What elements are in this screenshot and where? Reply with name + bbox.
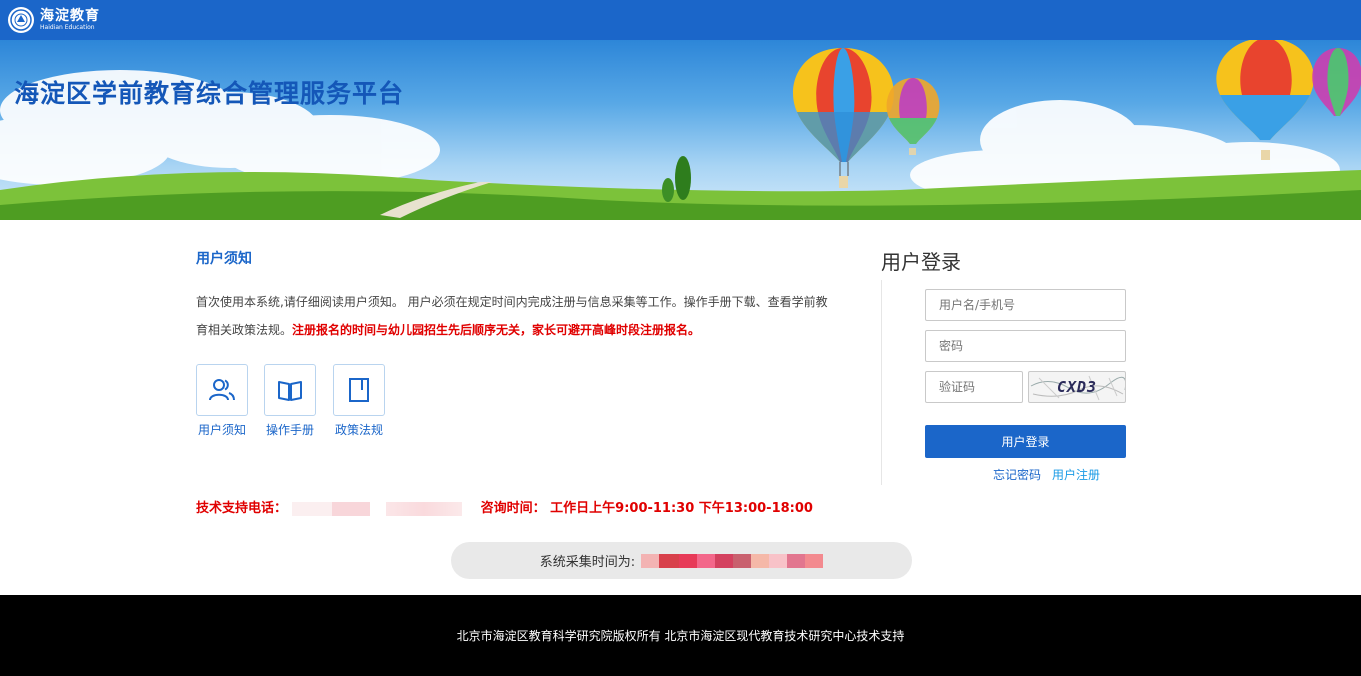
haidian-education-logo[interactable]: 海淀教育 Haidian Education	[8, 4, 100, 36]
notice-text: 首次使用本系统,请仔细阅读用户须知。 用户必须在规定时间内完成注册与信息采集等工…	[196, 288, 836, 344]
password-input[interactable]	[925, 330, 1126, 362]
quick-link-label[interactable]: 操作手册	[260, 421, 320, 438]
support-hours: 工作日上午9:00-11:30 下午13:00-18:00	[550, 501, 813, 516]
notice-title: 用户须知	[196, 251, 252, 267]
support-phone-label: 技术支持电话：	[196, 501, 288, 516]
redacted-phone	[291, 501, 332, 516]
logo-text: 海淀教育	[40, 8, 100, 24]
quick-link-policy[interactable]	[333, 364, 385, 416]
users-icon	[209, 379, 235, 401]
quick-link-manual[interactable]	[264, 364, 316, 416]
top-bar: 海淀教育 Haidian Education	[0, 0, 1361, 40]
captcha-code: CXD3	[1056, 378, 1098, 396]
redacted-phone	[331, 501, 370, 516]
captcha-image[interactable]: CXD3	[1028, 371, 1126, 403]
redacted-time	[641, 553, 824, 568]
captcha-input[interactable]	[925, 371, 1023, 403]
open-book-icon	[278, 381, 302, 401]
redacted-phone	[385, 501, 462, 516]
quick-link-label[interactable]: 用户须知	[192, 421, 252, 438]
quick-link-user-notice[interactable]	[196, 364, 248, 416]
footer: 北京市海淀区教育科学研究院版权所有 北京市海淀区现代教育技术研究中心技术支持	[0, 595, 1361, 676]
register-link[interactable]: 用户注册	[1052, 466, 1100, 483]
footer-copyright: 北京市海淀区教育科学研究院版权所有 北京市海淀区现代教育技术研究中心技术支持	[456, 629, 905, 643]
login-title: 用户登录	[881, 250, 961, 274]
username-input[interactable]	[925, 289, 1126, 321]
hero-banner: 海淀区学前教育综合管理服务平台	[0, 40, 1361, 220]
document-icon	[349, 378, 369, 402]
quick-link-label[interactable]: 政策法规	[329, 421, 389, 438]
emblem-icon	[8, 7, 34, 33]
notice-warning: 注册报名的时间与幼儿园招生先后顺序无关，家长可避开高峰时段注册报名。	[292, 323, 701, 337]
platform-title: 海淀区学前教育综合管理服务平台	[14, 79, 405, 108]
collection-time-bar: 系统采集时间为:	[451, 542, 912, 579]
banner-scenery	[0, 40, 1361, 220]
support-info: 技术支持电话： 咨询时间： 工作日上午9:00-11:30 下午13:00-18…	[196, 497, 813, 516]
collection-time-label: 系统采集时间为:	[539, 555, 636, 570]
section-divider	[881, 280, 882, 485]
login-button[interactable]: 用户登录	[925, 425, 1126, 458]
support-hours-label: 咨询时间：	[480, 501, 546, 516]
logo-subtext: Haidian Education	[40, 24, 95, 31]
forgot-password-link[interactable]: 忘记密码	[993, 466, 1041, 483]
